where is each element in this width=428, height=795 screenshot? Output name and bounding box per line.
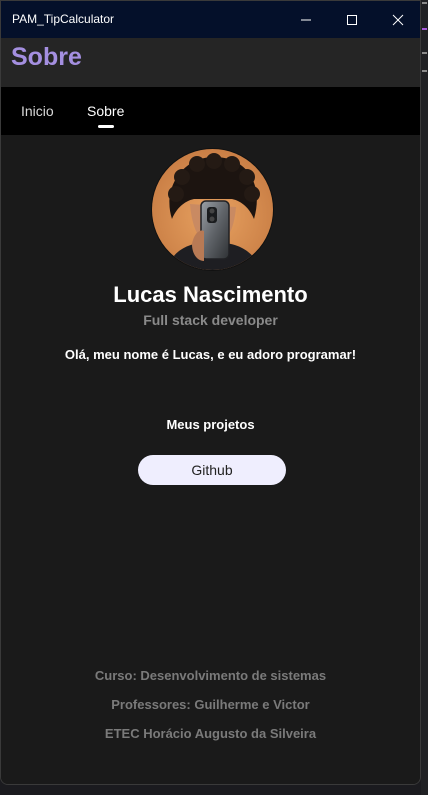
maximize-button[interactable]: [329, 1, 375, 38]
app-window: PAM_TipCalculator Sobre Inicio Sobre Luc…: [0, 0, 421, 785]
close-button[interactable]: [375, 1, 420, 38]
projects-heading: Meus projetos: [166, 417, 255, 432]
footer-course: Curso: Desenvolvimento de sistemas: [94, 668, 327, 683]
about-content: Lucas Nascimento Full stack developer Ol…: [1, 135, 420, 784]
profile-role: Full stack developer: [143, 312, 278, 328]
footer-school: ETEC Horácio Augusto da Silveira: [104, 726, 317, 741]
edge-mark: [422, 70, 427, 72]
profile-name: Lucas Nascimento: [113, 282, 308, 307]
title-bar[interactable]: PAM_TipCalculator: [1, 1, 420, 38]
close-icon: [392, 14, 404, 25]
page-title: Sobre: [11, 43, 82, 71]
tab-inicio[interactable]: Inicio: [21, 87, 54, 135]
avatar: [151, 148, 274, 271]
tab-bar: Inicio Sobre: [1, 87, 420, 135]
window-title: PAM_TipCalculator: [12, 12, 115, 26]
edge-mark: [422, 28, 427, 30]
minimize-icon: [301, 19, 311, 20]
tab-selected-indicator: [98, 125, 114, 128]
github-button[interactable]: Github: [138, 455, 286, 485]
maximize-icon: [347, 14, 357, 25]
footer-teachers: Professores: Guilherme e Victor: [111, 697, 310, 712]
page-header: Sobre: [1, 38, 420, 87]
profile-intro: Olá, meu nome é Lucas, e eu adoro progra…: [64, 347, 357, 362]
profile-photo: [152, 149, 273, 270]
minimize-button[interactable]: [283, 1, 329, 38]
edge-mark: [422, 52, 427, 54]
edge-mark: [422, 2, 427, 4]
background-app-edge: [421, 0, 428, 795]
